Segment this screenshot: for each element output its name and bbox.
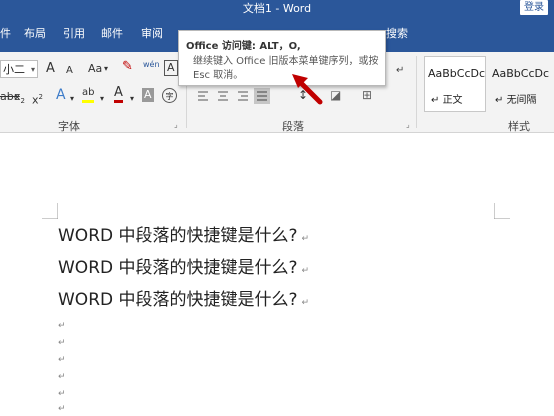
- tooltip-body: 继续键入 Office 旧版本菜单键序列，或按 Esc 取消。: [193, 56, 379, 81]
- chevron-down-icon: ▾: [70, 94, 75, 103]
- ribbon-separator: [416, 56, 417, 128]
- font-size-select[interactable]: 小二 ▾: [0, 60, 38, 78]
- style-no-spacing[interactable]: AaBbCcDc ↵ 无间隔: [488, 56, 550, 112]
- style-name-text: 无间隔: [506, 95, 537, 106]
- highlight-button[interactable]: ab: [82, 86, 95, 103]
- superscript-button[interactable]: x2: [32, 90, 43, 108]
- enclose-char-label: 字: [165, 92, 174, 101]
- style-sample: AaBbCcDc: [428, 67, 486, 80]
- annotation-arrow-icon: [292, 74, 323, 105]
- style-sample: AaBbCcDc: [492, 67, 550, 80]
- grow-font-button[interactable]: A: [46, 62, 55, 76]
- empty-paragraph-mark[interactable]: ↵: [58, 404, 66, 414]
- tab-review[interactable]: 审阅: [141, 27, 163, 41]
- text-effects-button[interactable]: A: [56, 88, 66, 102]
- empty-paragraph-mark[interactable]: ↵: [58, 389, 66, 399]
- margin-corner-top-left: [42, 203, 58, 219]
- tab-mailings[interactable]: 邮件: [101, 27, 123, 41]
- show-marks-icon[interactable]: ↵: [396, 64, 404, 78]
- document-paragraph[interactable]: WORD 中段落的快捷键是什么? ↵: [58, 289, 309, 314]
- tab-references[interactable]: 引用: [63, 27, 85, 41]
- style-name-text: 正文: [442, 95, 463, 106]
- empty-paragraph-mark[interactable]: ↵: [58, 321, 66, 331]
- paragraph-dialog-launcher-icon[interactable]: ⌟: [406, 120, 410, 129]
- style-name: ↵ 正文: [431, 95, 463, 106]
- char-shading-button[interactable]: A: [142, 88, 154, 102]
- empty-paragraph-mark[interactable]: ↵: [58, 372, 66, 382]
- pinyin-guide-button[interactable]: wén: [143, 58, 160, 72]
- subscript-button[interactable]: x2: [14, 90, 25, 108]
- empty-paragraph-mark[interactable]: ↵: [58, 355, 66, 365]
- tooltip-title: Office 访问键: ALT，O,: [186, 41, 301, 52]
- document-paragraph[interactable]: WORD 中段落的快捷键是什么? ↵: [58, 257, 309, 282]
- tab-search[interactable]: 搜索: [386, 27, 408, 41]
- paragraph-mark: ↵: [301, 266, 310, 276]
- paragraph-text: WORD 中段落的快捷键是什么?: [58, 258, 298, 278]
- paragraph-mark: ↵: [301, 234, 310, 244]
- enclose-char-button[interactable]: 字: [162, 88, 177, 103]
- chevron-down-icon: ▾: [100, 94, 105, 103]
- font-color-button[interactable]: A: [114, 86, 123, 103]
- clear-format-icon[interactable]: ✎: [122, 60, 133, 74]
- paragraph-mark: ↵: [301, 298, 310, 308]
- tab-file[interactable]: 件: [0, 27, 11, 41]
- font-group-label: 字体: [58, 120, 80, 133]
- paragraph-group-label: 段落: [282, 120, 304, 133]
- chevron-down-icon: ▾: [30, 65, 35, 74]
- document-paragraph[interactable]: WORD 中段落的快捷键是什么? ↵: [58, 225, 309, 250]
- chevron-down-icon: ▾: [130, 94, 135, 103]
- char-border-button[interactable]: A: [164, 60, 178, 76]
- font-dialog-launcher-icon[interactable]: ⌟: [174, 120, 178, 129]
- tab-layout[interactable]: 布局: [24, 27, 46, 41]
- paragraph-text: WORD 中段落的快捷键是什么?: [58, 290, 298, 310]
- style-normal[interactable]: AaBbCcDc ↵ 正文: [424, 56, 486, 112]
- borders-icon[interactable]: ⊞: [362, 88, 372, 102]
- shading-icon[interactable]: ◪: [330, 88, 341, 102]
- style-name: ↵ 无间隔: [495, 95, 537, 106]
- signin-button[interactable]: 登录: [520, 0, 548, 15]
- alignment-icons: [198, 88, 270, 104]
- title-bar: 文档1 - Word 登录: [0, 0, 554, 18]
- document-canvas[interactable]: WORD 中段落的快捷键是什么? ↵ WORD 中段落的快捷键是什么? ↵ WORD…: [0, 133, 554, 416]
- empty-paragraph-mark[interactable]: ↵: [58, 338, 66, 348]
- shrink-font-button[interactable]: A: [66, 64, 73, 78]
- font-size-value: 小二: [3, 63, 25, 76]
- access-key-tooltip: Office 访问键: ALT，O, 继续键入 Office 旧版本菜单键序列，…: [178, 30, 386, 86]
- window-title: 文档1 - Word: [242, 2, 312, 15]
- margin-corner-top-right: [494, 203, 510, 219]
- chevron-down-icon: ▾: [104, 64, 109, 73]
- change-case-button[interactable]: Aa: [88, 62, 102, 76]
- paragraph-text: WORD 中段落的快捷键是什么?: [58, 226, 298, 246]
- styles-group-label: 样式: [508, 120, 530, 133]
